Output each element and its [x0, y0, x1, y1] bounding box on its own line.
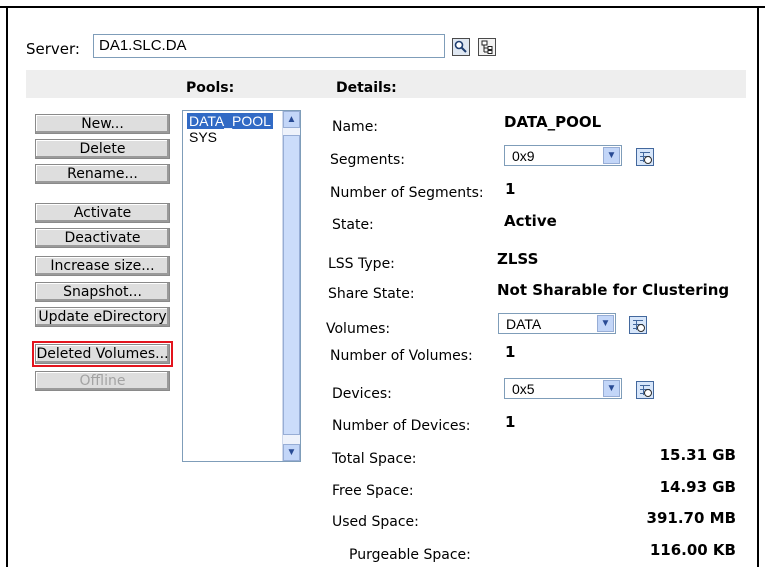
new-button[interactable]: New... [35, 114, 170, 134]
server-label: Server: [26, 40, 80, 58]
activate-button[interactable]: Activate [35, 203, 170, 223]
segments-label: Segments: [330, 152, 406, 168]
volumes-details-icon[interactable] [629, 316, 647, 334]
used-space-value: 391.70 MB [646, 509, 736, 527]
lss-type-value: ZLSS [497, 250, 539, 268]
lss-type-label: LSS Type: [328, 256, 395, 272]
pool-management-panel: Server: DA1.SLC.DA Pools: Details: New..… [0, 0, 765, 567]
deactivate-button[interactable]: Deactivate [35, 228, 170, 248]
segments-selected-value: 0x9 [512, 148, 535, 164]
devices-details-icon[interactable] [636, 381, 654, 399]
offline-button[interactable]: Offline [35, 371, 170, 391]
scroll-thumb[interactable] [283, 135, 300, 435]
chevron-down-icon[interactable]: ▼ [603, 380, 620, 397]
server-tree-icon[interactable] [478, 38, 496, 56]
num-devices-label: Number of Devices: [332, 418, 471, 434]
delete-button[interactable]: Delete [35, 139, 170, 159]
snapshot-button[interactable]: Snapshot... [35, 282, 170, 302]
segments-details-icon[interactable] [636, 148, 654, 166]
segments-select[interactable]: 0x9 ▼ [504, 145, 622, 166]
name-value: DATA_POOL [504, 113, 602, 131]
volumes-select[interactable]: DATA ▼ [498, 313, 616, 334]
total-space-value: 15.31 GB [659, 446, 736, 464]
deleted-volumes-button[interactable]: Deleted Volumes... [32, 341, 173, 367]
num-segments-value: 1 [505, 180, 516, 198]
state-label: State: [332, 217, 374, 233]
used-space-label: Used Space: [332, 514, 419, 530]
increase-size-button[interactable]: Increase size... [35, 256, 170, 276]
panel-border-left [6, 6, 8, 567]
devices-select[interactable]: 0x5 ▼ [504, 378, 622, 399]
purgeable-space-value: 116.00 KB [649, 541, 736, 559]
update-edirectory-button[interactable]: Update eDirectory [35, 307, 170, 327]
chevron-down-icon[interactable]: ▼ [603, 147, 620, 164]
volumes-label: Volumes: [326, 321, 391, 337]
volumes-selected-value: DATA [506, 316, 542, 332]
scroll-down-icon[interactable]: ▼ [283, 444, 300, 461]
free-space-label: Free Space: [332, 483, 414, 499]
num-volumes-value: 1 [505, 343, 516, 361]
rename-button[interactable]: Rename... [35, 164, 170, 184]
pool-item-sys[interactable]: SYS [187, 129, 219, 145]
server-input[interactable]: DA1.SLC.DA [93, 34, 445, 58]
scroll-up-icon[interactable]: ▲ [283, 111, 300, 128]
pool-item-data-pool[interactable]: DATA_POOL [187, 113, 273, 129]
panel-border-top [0, 6, 765, 8]
server-browse-icon[interactable] [452, 38, 470, 56]
num-devices-value: 1 [505, 413, 516, 431]
num-volumes-label: Number of Volumes: [330, 348, 473, 364]
free-space-value: 14.93 GB [659, 478, 736, 496]
panel-border-right [757, 6, 759, 567]
share-state-value: Not Sharable for Clustering [497, 281, 730, 299]
pools-header: Pools: [186, 80, 235, 96]
pools-listbox[interactable]: DATA_POOL SYS ▲ ▼ [182, 110, 301, 462]
state-value: Active [504, 212, 557, 230]
total-space-label: Total Space: [332, 451, 417, 467]
num-segments-label: Number of Segments: [330, 185, 484, 201]
details-header: Details: [336, 80, 397, 96]
name-label: Name: [332, 119, 379, 135]
chevron-down-icon[interactable]: ▼ [597, 315, 614, 332]
share-state-label: Share State: [328, 286, 415, 302]
purgeable-space-label: Purgeable Space: [349, 547, 471, 563]
devices-label: Devices: [332, 386, 392, 402]
devices-selected-value: 0x5 [512, 381, 535, 397]
